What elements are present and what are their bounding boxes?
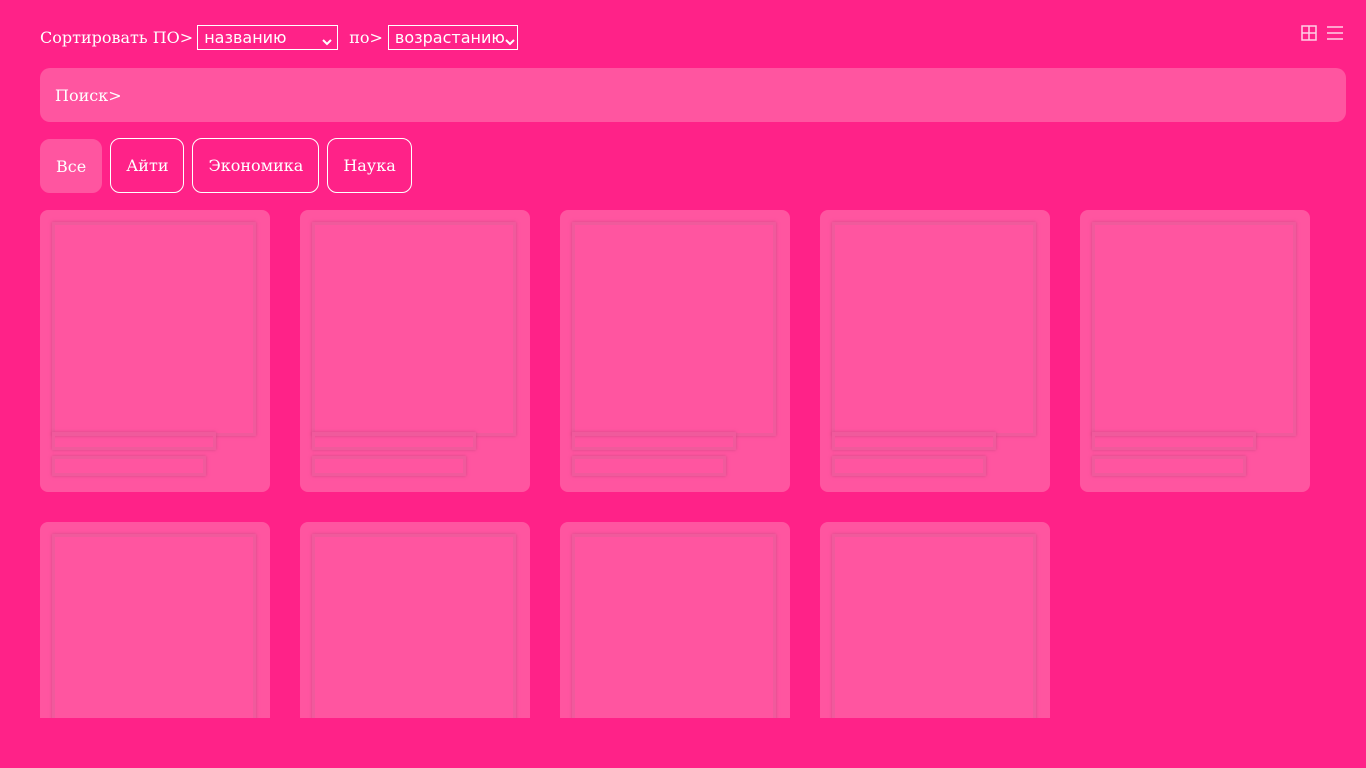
search-label: Поиск> xyxy=(55,85,122,105)
filter-chip-label: Экономика xyxy=(208,156,304,175)
skeleton-card[interactable] xyxy=(40,522,270,718)
skeleton-card[interactable] xyxy=(560,522,790,718)
chevron-down-icon xyxy=(505,32,515,46)
skeleton-subtitle-line xyxy=(1092,456,1246,476)
filter-chip-it[interactable]: Айти xyxy=(110,138,185,193)
skeleton-subtitle-line xyxy=(832,456,986,476)
filter-chip-label: Айти xyxy=(126,156,169,175)
sort-order-label: по> xyxy=(349,27,383,47)
skeleton-card[interactable] xyxy=(820,210,1050,492)
skeleton-card[interactable] xyxy=(300,522,530,718)
skeleton-thumbnail xyxy=(52,222,256,436)
filter-chip-science[interactable]: Наука xyxy=(327,138,412,193)
card-grid xyxy=(40,210,1330,718)
skeleton-title-line xyxy=(832,432,996,450)
skeleton-subtitle-line xyxy=(52,456,206,476)
sort-field-select[interactable]: названию xyxy=(197,24,339,50)
sort-toolbar: Сортировать ПО> названию по> возрастанию xyxy=(40,24,518,50)
grid-view-icon[interactable] xyxy=(1300,24,1318,42)
filter-chip-all[interactable]: Все xyxy=(40,139,103,193)
skeleton-thumbnail xyxy=(1092,222,1296,436)
filter-chip-economics[interactable]: Экономика xyxy=(192,138,320,193)
skeleton-thumbnail xyxy=(572,534,776,718)
chevron-down-icon xyxy=(322,32,332,46)
skeleton-card[interactable] xyxy=(560,210,790,492)
sort-order-value: возрастанию xyxy=(394,27,505,47)
search-input[interactable]: Поиск> xyxy=(40,68,1346,122)
sort-field-value: названию xyxy=(204,27,287,47)
skeleton-thumbnail xyxy=(312,534,516,718)
skeleton-thumbnail xyxy=(312,222,516,436)
skeleton-title-line xyxy=(312,432,476,450)
skeleton-thumbnail xyxy=(52,534,256,718)
skeleton-card[interactable] xyxy=(820,522,1050,718)
skeleton-card[interactable] xyxy=(40,210,270,492)
skeleton-title-line xyxy=(52,432,216,450)
skeleton-card[interactable] xyxy=(1080,210,1310,492)
skeleton-thumbnail xyxy=(572,222,776,436)
skeleton-card[interactable] xyxy=(300,210,530,492)
skeleton-subtitle-line xyxy=(312,456,466,476)
filter-chip-label: Наука xyxy=(343,156,396,175)
page: Сортировать ПО> названию по> возрастанию xyxy=(0,0,1366,768)
category-filters: Все Айти Экономика Наука xyxy=(40,138,412,193)
list-view-icon[interactable] xyxy=(1326,24,1344,42)
skeleton-title-line xyxy=(572,432,736,450)
skeleton-subtitle-line xyxy=(572,456,726,476)
skeleton-title-line xyxy=(1092,432,1256,450)
skeleton-thumbnail xyxy=(832,534,1036,718)
sort-label: Сортировать ПО> xyxy=(40,27,194,47)
sort-order-select[interactable]: возрастанию xyxy=(387,24,518,50)
filter-chip-label: Все xyxy=(56,156,87,176)
skeleton-thumbnail xyxy=(832,222,1036,436)
view-toggle xyxy=(1300,24,1344,42)
